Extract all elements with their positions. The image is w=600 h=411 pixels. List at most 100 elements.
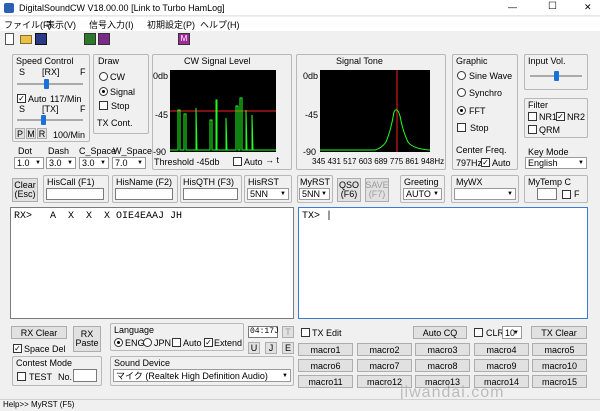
input-vol-slider[interactable] bbox=[530, 71, 582, 81]
lang-eng-radio[interactable] bbox=[114, 338, 123, 347]
his-rst-select[interactable]: 5NN ▼ bbox=[247, 188, 289, 200]
wspace-select[interactable]: 7.0 ▼ bbox=[112, 157, 146, 169]
rx-speed-thumb[interactable] bbox=[44, 79, 50, 89]
cspace-select[interactable]: 3.0 ▼ bbox=[79, 157, 109, 169]
menu-view[interactable]: 表示(V) bbox=[46, 18, 76, 31]
greeting-select[interactable]: AUTO ▼ bbox=[403, 188, 442, 200]
dash-label: Dash bbox=[48, 146, 70, 156]
draw-stop-label: Stop bbox=[111, 101, 130, 111]
input-vol-title: Input Vol. bbox=[528, 56, 566, 66]
menu-settings[interactable]: 初期設定(P) bbox=[147, 18, 195, 31]
rx-monitor-icon[interactable] bbox=[84, 33, 96, 45]
lang-auto-checkbox[interactable] bbox=[172, 338, 181, 347]
tx-label: [TX] bbox=[42, 104, 59, 114]
nr2-label: NR2 bbox=[567, 112, 586, 122]
my-temp-input[interactable] bbox=[537, 188, 557, 200]
save-icon[interactable] bbox=[35, 33, 47, 45]
macro3-button[interactable]: macro3 bbox=[415, 343, 470, 356]
auto-speed-checkbox[interactable]: ✓ bbox=[17, 94, 26, 103]
rx-paste-button[interactable]: RX Paste bbox=[73, 326, 101, 352]
draw-stop-checkbox[interactable] bbox=[99, 101, 108, 110]
rx-speed-slider[interactable] bbox=[17, 79, 83, 89]
tx-monitor-icon[interactable] bbox=[98, 33, 110, 45]
threshold-auto-checkbox[interactable] bbox=[233, 157, 242, 166]
tone-x-ticks: 345 431 517 603 689 775 861 948Hz bbox=[312, 157, 445, 166]
t-button[interactable]: T bbox=[282, 326, 294, 338]
tx-text-area[interactable]: TX> | bbox=[298, 207, 588, 319]
close-icon[interactable]: ✕ bbox=[584, 2, 592, 13]
lang-jpn-radio[interactable] bbox=[143, 338, 152, 347]
key-mode-select[interactable]: English ▼ bbox=[525, 157, 587, 169]
tx-edit-button[interactable]: TX Edit bbox=[300, 326, 352, 339]
qrm-checkbox[interactable] bbox=[528, 125, 537, 134]
macro7-button[interactable]: macro7 bbox=[357, 359, 412, 372]
dot-select[interactable]: 1.0 ▼ bbox=[14, 157, 44, 169]
contest-no-input[interactable] bbox=[73, 369, 97, 382]
draw-cw-radio[interactable] bbox=[99, 72, 108, 81]
input-vol-thumb[interactable] bbox=[553, 71, 559, 81]
chevron-down-icon: ▼ bbox=[137, 160, 143, 166]
menu-signal-input[interactable]: 信号入力(I) bbox=[89, 18, 134, 31]
minimize-icon[interactable]: — bbox=[508, 2, 517, 12]
r-button[interactable]: R bbox=[37, 128, 47, 139]
chevron-down-icon: ▼ bbox=[433, 191, 439, 197]
j-button[interactable]: J bbox=[265, 342, 277, 354]
graphic-synchro-radio[interactable] bbox=[457, 88, 466, 97]
draw-signal-radio[interactable] bbox=[99, 87, 108, 96]
key-mode-value: English bbox=[528, 158, 558, 168]
graphic-title: Graphic bbox=[456, 56, 488, 66]
clr-count-select[interactable]: 10 ▼ bbox=[502, 326, 522, 339]
my-wx-select[interactable]: ▼ bbox=[454, 188, 516, 200]
graphic-fft-radio[interactable] bbox=[457, 106, 466, 115]
p-button[interactable]: P bbox=[15, 128, 25, 139]
center-auto-checkbox[interactable]: ✓ bbox=[481, 158, 490, 167]
macro1-button[interactable]: macro1 bbox=[298, 343, 353, 356]
macro4-button[interactable]: macro4 bbox=[474, 343, 529, 356]
window-title: DigitalSoundCW V18.00.00 [Link to Turbo … bbox=[19, 3, 225, 13]
sound-device-select[interactable]: マイク (Realtek High Definition Audio) ▼ bbox=[113, 369, 291, 382]
space-del-checkbox[interactable]: ✓ bbox=[13, 344, 22, 353]
nr2-checkbox[interactable]: ✓ bbox=[556, 112, 565, 121]
qso-button[interactable]: QSO (F6) bbox=[337, 178, 361, 202]
his-qth-input[interactable] bbox=[183, 188, 238, 200]
m-button[interactable]: M bbox=[26, 128, 36, 139]
macro15-button[interactable]: macro15 bbox=[532, 375, 587, 388]
rx-clear-button[interactable]: RX Clear bbox=[11, 326, 67, 339]
macro9-button[interactable]: macro9 bbox=[474, 359, 529, 372]
draw-cw-label: CW bbox=[110, 72, 125, 82]
test-checkbox[interactable] bbox=[17, 372, 26, 381]
open-folder-icon[interactable] bbox=[20, 35, 32, 44]
tx-cont-label[interactable]: TX Cont. bbox=[97, 118, 133, 128]
nr1-checkbox[interactable] bbox=[528, 112, 537, 121]
menu-help[interactable]: ヘルプ(H) bbox=[200, 18, 240, 31]
tx-speed-slider[interactable] bbox=[17, 115, 83, 125]
graphic-stop-checkbox[interactable] bbox=[457, 123, 466, 132]
new-file-icon[interactable] bbox=[5, 33, 14, 45]
u-button[interactable]: U bbox=[248, 342, 260, 354]
e-button[interactable]: E bbox=[282, 342, 294, 354]
my-rst-select[interactable]: 5NN ▼ bbox=[299, 188, 330, 200]
maximize-icon[interactable]: ☐ bbox=[548, 1, 557, 12]
save-button[interactable]: SAVE (F7) bbox=[365, 178, 389, 202]
clear-button[interactable]: Clear (Esc) bbox=[12, 178, 38, 202]
his-name-input[interactable] bbox=[115, 188, 173, 200]
auto-cq-button[interactable]: Auto CQ bbox=[413, 326, 467, 339]
graphic-sine-radio[interactable] bbox=[457, 71, 466, 80]
clr-checkbox[interactable] bbox=[474, 328, 483, 337]
tx-speed-thumb[interactable] bbox=[41, 115, 47, 125]
macro11-button[interactable]: macro11 bbox=[298, 375, 353, 388]
rx-text-area[interactable]: RX> A X X X OIE4EAAJ JH bbox=[10, 207, 294, 319]
dash-select[interactable]: 3.0 ▼ bbox=[46, 157, 76, 169]
macro2-button[interactable]: macro2 bbox=[357, 343, 412, 356]
menu-file[interactable]: ファイル(F) bbox=[4, 18, 52, 31]
extend-checkbox[interactable]: ✓ bbox=[204, 338, 213, 347]
graphic-synchro-label: Synchro bbox=[469, 88, 503, 98]
his-call-input[interactable] bbox=[46, 188, 104, 200]
macro8-button[interactable]: macro8 bbox=[415, 359, 470, 372]
morse-key-icon[interactable]: M bbox=[178, 33, 190, 45]
fahrenheit-checkbox[interactable] bbox=[562, 190, 571, 199]
macro5-button[interactable]: macro5 bbox=[532, 343, 587, 356]
macro6-button[interactable]: macro6 bbox=[298, 359, 353, 372]
tx-clear-button[interactable]: TX Clear bbox=[531, 326, 587, 339]
macro10-button[interactable]: macro10 bbox=[532, 359, 587, 372]
